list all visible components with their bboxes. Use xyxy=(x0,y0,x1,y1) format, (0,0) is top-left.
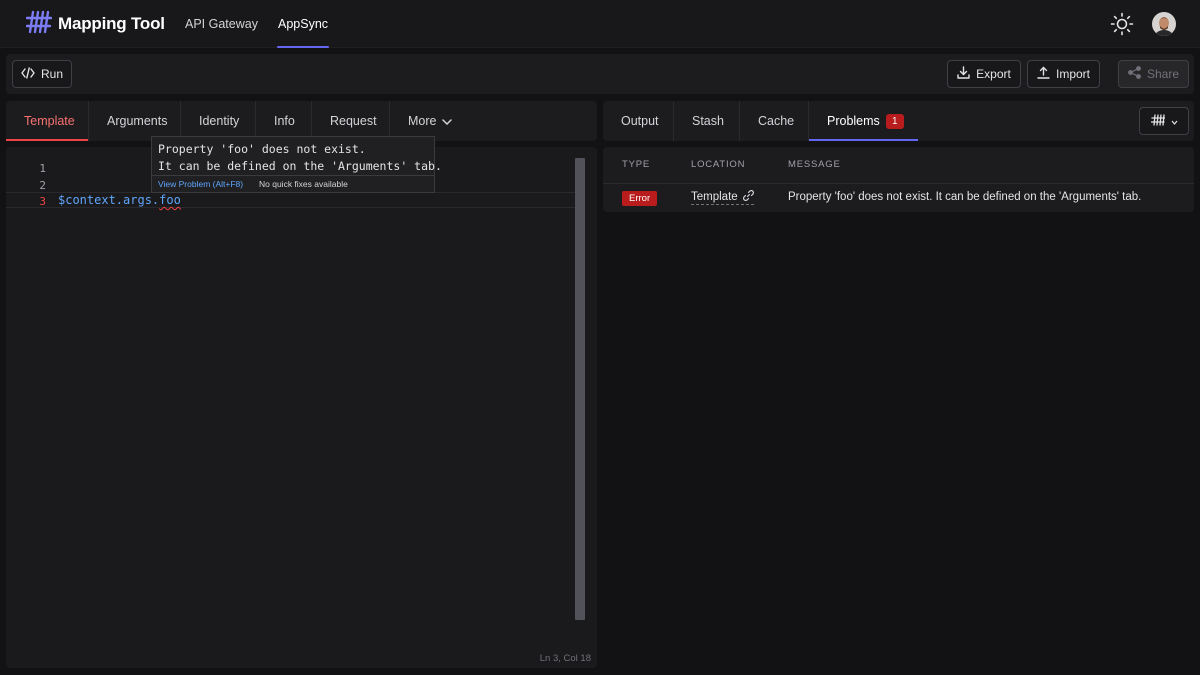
hash-grid-icon xyxy=(25,10,53,39)
top-navigation-bar: Mapping Tool API Gateway AppSync xyxy=(0,0,1200,48)
tab-more-label: More xyxy=(408,114,437,128)
view-problem-link[interactable]: View Problem (Alt+F8) xyxy=(158,176,243,192)
download-icon xyxy=(957,66,970,82)
export-label: Export xyxy=(976,67,1011,81)
run-button[interactable]: Run xyxy=(12,60,72,88)
link-icon xyxy=(742,190,754,204)
share-label: Share xyxy=(1146,67,1180,81)
nav-appsync[interactable]: AppSync xyxy=(276,0,330,48)
tab-identity[interactable]: Identity xyxy=(181,101,256,141)
problem-hover-tooltip: Property 'foo' does not exist. It can be… xyxy=(151,136,442,193)
share-icon xyxy=(1128,66,1141,82)
import-label: Import xyxy=(1055,67,1090,81)
avatar[interactable] xyxy=(1152,12,1176,36)
grid-icon xyxy=(1150,113,1165,129)
tooltip-message: Property 'foo' does not exist. It can be… xyxy=(158,142,442,173)
sun-icon[interactable] xyxy=(1110,12,1134,36)
no-quick-fixes-text: No quick fixes available xyxy=(259,179,348,189)
tab-request[interactable]: Request xyxy=(312,101,390,141)
tab-output[interactable]: Output xyxy=(603,101,674,141)
app-title: Mapping Tool xyxy=(58,14,165,33)
share-button[interactable]: Share xyxy=(1118,60,1189,88)
tab-template[interactable]: Template xyxy=(6,101,89,141)
table-row[interactable]: Error Template Property 'foo' does not e… xyxy=(603,183,1194,212)
tab-stash[interactable]: Stash xyxy=(674,101,740,141)
code-line-3[interactable]: $context.args.foo xyxy=(58,193,181,208)
toolbar: Run Export Import Share xyxy=(6,54,1194,94)
chevron-down-icon xyxy=(1171,114,1178,128)
left-tab-bar: Template Arguments Identity Info Request… xyxy=(6,101,597,141)
export-button[interactable]: Export xyxy=(947,60,1021,88)
problems-table: TYPE LOCATION MESSAGE Error Template Pro… xyxy=(603,147,1194,212)
code-prefix: $context.args. xyxy=(58,193,160,207)
upload-icon xyxy=(1037,66,1050,82)
tab-info[interactable]: Info xyxy=(256,101,312,141)
error-type-badge: Error xyxy=(622,191,658,206)
cursor-position-status: Ln 3, Col 18 xyxy=(539,653,591,664)
tab-more[interactable]: More xyxy=(390,101,470,141)
location-label: Template xyxy=(691,191,738,203)
layout-menu-button[interactable] xyxy=(1139,107,1189,135)
chevron-down-icon xyxy=(442,101,453,141)
column-header-message: MESSAGE xyxy=(788,159,841,170)
problems-count-badge: 1 xyxy=(885,113,904,129)
run-label: Run xyxy=(40,67,63,81)
error-token[interactable]: foo xyxy=(159,193,181,207)
tooltip-footer: View Problem (Alt+F8) No quick fixes ava… xyxy=(152,175,434,192)
problem-location-link[interactable]: Template xyxy=(691,190,754,205)
code-editor[interactable]: 1 2 3 $context.args.foo Ln 3, Col 18 xyxy=(6,147,597,668)
nav-api-gateway[interactable]: API Gateway xyxy=(185,0,258,48)
import-button[interactable]: Import xyxy=(1027,60,1100,88)
column-header-type: TYPE xyxy=(622,159,651,170)
tab-arguments[interactable]: Arguments xyxy=(89,101,181,141)
tab-problems-label: Problems xyxy=(827,114,880,128)
tab-problems[interactable]: Problems 1 xyxy=(809,101,918,141)
right-tab-bar: Output Stash Cache Problems 1 xyxy=(603,101,1194,141)
editor-scrollbar[interactable] xyxy=(575,158,585,620)
code-icon xyxy=(21,66,35,82)
line-number: 1 xyxy=(39,162,46,175)
column-header-location: LOCATION xyxy=(691,159,746,170)
problem-message: Property 'foo' does not exist. It can be… xyxy=(788,191,1142,203)
app-logo[interactable]: Mapping Tool xyxy=(25,10,165,39)
tab-cache[interactable]: Cache xyxy=(740,101,809,141)
